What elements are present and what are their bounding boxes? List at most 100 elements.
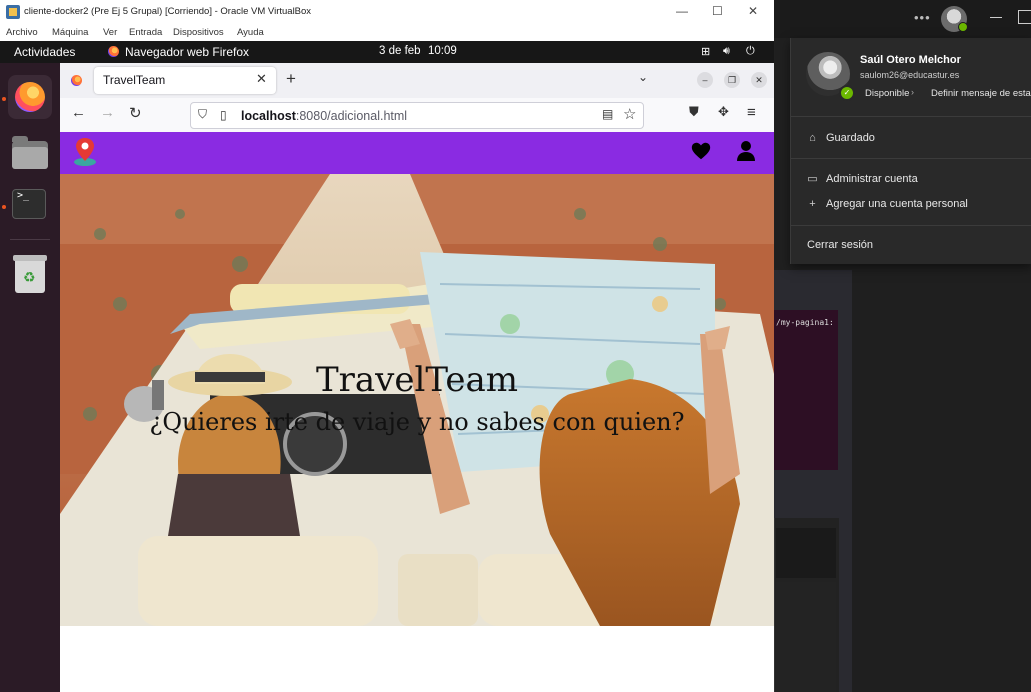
hero-subtitle: ¿Quieres irte de viaje y no sabes con qu… [149,408,685,436]
folder-icon [12,136,48,169]
available-status-icon: ✓ [839,85,855,101]
host-terminal-text: /my-pagina1: [776,318,834,327]
site-navbar [60,132,774,174]
maximize-icon[interactable]: ☐ [712,4,723,18]
url-host: localhost [241,109,296,123]
profile-email: saulom26@educastur.es [860,70,960,80]
menu-ayuda[interactable]: Ayuda [237,27,264,38]
tab-close-icon[interactable]: ✕ [256,71,267,87]
pocket-icon[interactable]: ⛊ [689,104,699,120]
firefox-tab-bar: TravelTeam ✕ + ⌄ – ❐ ✕ [60,63,774,98]
chevron-down-icon[interactable]: ⌄ [638,70,648,84]
chevron-right-icon: › [911,87,914,97]
manage-account-label: Administrar cuenta [826,173,918,185]
sign-out-label: Cerrar sesión [807,239,874,251]
shield-icon[interactable]: ⛉ [198,107,207,122]
network-icon[interactable]: ⊞ [701,45,710,58]
minimize-icon[interactable]: – [697,72,713,88]
window-title: cliente-docker2 (Pre Ej 5 Grupal) [Corri… [24,6,312,17]
volume-icon[interactable]: 🔊︎ [723,45,730,58]
reader-view-icon[interactable]: ▤ [602,107,613,121]
dock-files[interactable] [8,129,52,173]
menu-maquina[interactable]: Máquina [52,27,88,38]
firefox-nav-bar: ← → ↻ ⛉ ▯ localhost:8080/adicional.html … [60,98,774,133]
heart-icon[interactable] [690,140,712,162]
terminal-icon: >_ [12,189,46,219]
app-menu[interactable]: Navegador web Firefox [125,45,249,59]
extensions-icon[interactable]: ✥ [718,104,729,120]
set-status-message-button[interactable]: Definir mensaje de estado [931,88,1031,99]
add-personal-account-label: Agregar una cuenta personal [826,198,968,210]
host-thumbnail-preview [776,528,836,578]
url-bar[interactable]: ⛉ ▯ localhost:8080/adicional.html ▤ ☆ [190,102,644,129]
host-status-dot [958,22,968,32]
dock-separator [10,239,50,240]
add-personal-account-menu-item[interactable]: + Agregar una cuenta personal [807,198,968,210]
firefox-icon [15,82,45,112]
clock-time[interactable]: 10:09 [428,45,457,57]
firefox-view-icon[interactable] [71,75,82,86]
firefox-icon [108,46,119,57]
hero-image [60,174,774,626]
menu-dispositivos[interactable]: Dispositivos [173,27,224,38]
dock-terminal[interactable]: >_ [8,183,52,227]
new-tab-icon[interactable]: + [286,69,296,89]
host-thumbnail-preview [776,582,836,692]
divider [791,116,1031,117]
map-pin-logo-icon[interactable] [73,136,97,166]
host-content-area [852,270,1031,692]
sign-out-menu-item[interactable]: Cerrar sesión [807,239,873,251]
web-page: TravelTeam ¿Quieres irte de viaje y no s… [60,132,774,692]
close-icon[interactable]: ✕ [748,4,758,18]
saved-label: Guardado [826,132,875,144]
restore-icon[interactable]: ❐ [724,72,740,88]
more-options-icon[interactable]: ••• [914,10,931,25]
running-indicator [2,205,6,209]
bookmark-star-icon[interactable]: ☆ [623,105,636,123]
user-icon[interactable] [736,140,756,162]
profile-name: Saúl Otero Melchor [860,54,961,66]
url-text[interactable]: localhost:8080/adicional.html [241,109,407,123]
reload-icon[interactable]: ↻ [129,104,142,122]
host-minimize-icon[interactable] [990,17,1002,18]
minimize-icon[interactable]: — [676,4,688,18]
plus-icon: + [809,197,816,210]
hero-section: TravelTeam ¿Quieres irte de viaje y no s… [60,174,774,626]
forward-icon[interactable]: → [100,104,115,121]
manage-account-menu-item[interactable]: ▭ Administrar cuenta [807,172,918,185]
virtualbox-icon [6,5,20,19]
host-title-bar [774,0,1031,38]
menu-entrada[interactable]: Entrada [129,27,162,38]
gnome-top-bar: Actividades Navegador web Firefox 3 de f… [0,41,774,63]
menu-ver[interactable]: Ver [103,27,117,38]
power-icon[interactable]: ⏻ [746,45,755,58]
ubuntu-dock: >_ ♻ [0,63,60,692]
activities-button[interactable]: Actividades [14,45,75,59]
virtualbox-window: cliente-docker2 (Pre Ej 5 Grupal) [Corri… [0,0,774,692]
tab-travelteam[interactable]: TravelTeam ✕ [94,67,276,94]
profile-menu: ✓ Saúl Otero Melchor saulom26@educastur.… [790,38,1031,264]
running-indicator [2,97,6,101]
page-icon: ▯ [220,108,227,122]
availability-button[interactable]: Disponible [865,88,909,99]
dock-trash[interactable]: ♻ [8,251,52,295]
host-terminal-preview [774,310,838,470]
virtualbox-title-bar: cliente-docker2 (Pre Ej 5 Grupal) [Corri… [0,0,774,24]
host-maximize-icon[interactable] [1018,10,1031,24]
hero-title: TravelTeam [315,360,519,400]
url-path: :8080/adicional.html [295,109,408,123]
saved-menu-item[interactable]: ⌂ Guardado [807,132,875,144]
id-card-icon: ▭ [807,172,818,185]
dock-firefox[interactable] [8,75,52,119]
tab-title: TravelTeam [103,73,166,87]
menu-icon[interactable]: ≡ [747,104,756,121]
back-icon[interactable]: ← [71,104,86,121]
clock-date[interactable]: 3 de feb [379,45,421,57]
menu-archivo[interactable]: Archivo [6,27,38,38]
virtualbox-menubar: Archivo Máquina Ver Entrada Dispositivos… [0,24,774,42]
close-icon[interactable]: ✕ [751,72,767,88]
recycle-icon: ♻ [23,269,36,285]
divider [791,225,1031,226]
divider [791,158,1031,159]
bookmark-icon: ⌂ [809,131,816,144]
